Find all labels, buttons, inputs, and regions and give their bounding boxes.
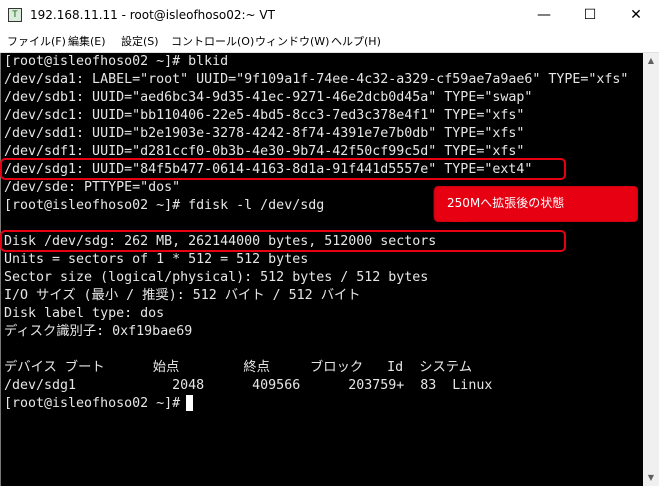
menu-edit[interactable]: 編集(E) [68, 33, 106, 49]
highlight-disk-size-line [0, 230, 566, 252]
menu-settings[interactable]: 設定(S) [121, 33, 159, 49]
terminal-line: [root@isleofhoso02 ~]# blkid [4, 54, 229, 69]
terminal-screen[interactable]: [root@isleofhoso02 ~]# blkid /dev/sda1: … [0, 53, 643, 486]
terminal-line: Sector size (logical/physical): 512 byte… [4, 270, 429, 285]
terminal-line: /dev/sdb1: UUID="aed6bc34-9d35-41ec-9271… [4, 90, 533, 105]
teraterm-app-icon[interactable]: T [8, 8, 22, 22]
callout-text: 250Mへ拡張後の状態 [447, 196, 565, 210]
minimize-button[interactable]: — [521, 0, 567, 30]
scroll-up-arrow-icon[interactable]: ▲ [643, 53, 659, 69]
terminal-line: /dev/sdd1: UUID="b2e1903e-3278-4242-8f74… [4, 126, 525, 141]
terminal-line: デバイス ブート 始点 終点 ブロック Id システム [4, 360, 472, 375]
terminal-cursor [186, 395, 193, 411]
menu-help[interactable]: ヘルプ(H) [331, 33, 381, 49]
close-button[interactable]: ✕ [613, 0, 659, 30]
terminal-line: /dev/sda1: LABEL="root" UUID="9f109a1f-7… [4, 72, 629, 87]
terminal-line: Disk label type: dos [4, 306, 165, 321]
terminal-line: [root@isleofhoso02 ~]# [4, 396, 189, 411]
terminal-line: I/O サイズ (最小 / 推奨): 512 バイト / 512 バイト [4, 288, 361, 303]
vertical-scrollbar[interactable]: ▲ ▼ [643, 53, 659, 486]
window-title: 192.168.11.11 - root@isleofhoso02:~ VT [30, 8, 275, 22]
maximize-button[interactable]: ☐ [567, 0, 613, 30]
terminal-line: ディスク識別子: 0xf19bae69 [4, 324, 193, 339]
menu-control[interactable]: コントロール(O) [171, 33, 254, 49]
title-bar: T 192.168.11.11 - root@isleofhoso02:~ VT… [0, 0, 659, 30]
scroll-down-arrow-icon[interactable]: ▼ [643, 470, 659, 486]
terminal-line: Units = sectors of 1 * 512 = 512 bytes [4, 252, 309, 267]
menu-window[interactable]: ウィンドウ(W) [255, 33, 329, 49]
menu-file[interactable]: ファイル(F) [7, 33, 66, 49]
terminal-line: /dev/sdc1: UUID="bb110406-22e5-4bd5-8cc3… [4, 108, 525, 123]
highlight-sdg1-line [0, 158, 566, 180]
terminal-line: [root@isleofhoso02 ~]# fdisk -l /dev/sdg [4, 198, 325, 213]
terminal-line: /dev/sde: PTTYPE="dos" [4, 180, 181, 195]
terminal-line: /dev/sdg1 2048 409566 203759+ 83 Linux [4, 378, 493, 393]
menu-bar: ファイル(F) 編集(E) 設定(S) コントロール(O) ウィンドウ(W) ヘ… [0, 30, 659, 53]
